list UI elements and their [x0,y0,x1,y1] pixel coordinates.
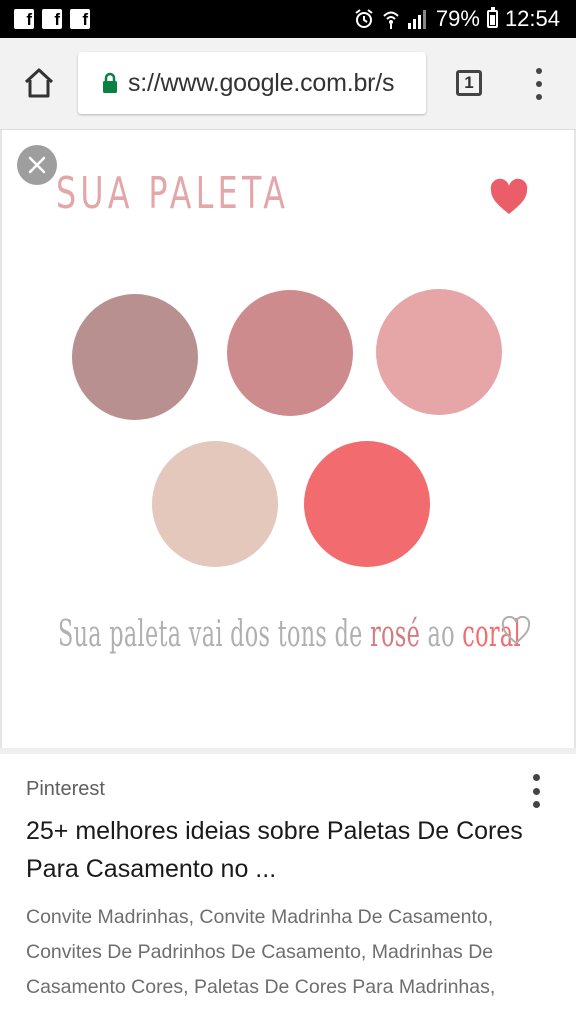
heart-outline-icon [501,616,531,645]
facebook-icon: f [70,9,90,29]
heart-icon [490,178,528,214]
facebook-icon: f [42,9,62,29]
battery-percent: 79% [435,6,480,31]
clock: 12:54 [504,6,560,31]
dot-icon [536,68,542,74]
tab-switcher-button[interactable]: 1 [456,70,482,96]
result-source[interactable]: Pinterest [26,778,105,801]
close-icon [28,156,46,174]
battery-icon [486,7,498,28]
color-swatch [304,441,430,567]
color-swatch [227,290,353,416]
image-viewer[interactable] [0,130,576,748]
more-options-button[interactable] [530,774,542,808]
browser-menu-button[interactable] [534,68,544,100]
caption-middle: ao [420,614,463,655]
color-swatch [376,289,502,415]
divider [0,748,576,754]
dot-icon [532,774,540,781]
wifi-icon [383,11,399,29]
url-text: s://www.google.com.br/s [128,68,395,97]
result-snippet: Convite Madrinhas, Convite Madrinha De C… [26,906,496,998]
dot-icon [536,94,542,100]
facebook-icon: f [14,9,34,29]
signal-icon [407,10,426,29]
palette-caption: Sua paleta vai dos tons de rosé ao coral [58,614,521,655]
close-button[interactable] [17,145,57,185]
dot-icon [536,81,542,87]
dot-icon [532,787,540,795]
lock-icon [103,72,117,93]
url-bar[interactable]: s://www.google.com.br/s [78,52,426,114]
dot-icon [532,801,540,808]
notification-icons: f f f [14,9,90,29]
browser-toolbar: s://www.google.com.br/s 1 [0,38,576,130]
home-icon[interactable] [22,66,56,100]
color-swatch [72,294,198,420]
status-bar: f f f 79% 12:54 [0,0,576,38]
palette-title: SUA PALETA [56,168,290,219]
caption-prefix: Sua paleta vai dos tons de [58,614,371,655]
result-title-link[interactable]: 25+ melhores ideias sobre Paletas De Cor… [26,812,546,888]
alarm-icon [355,9,373,28]
caption-rose: rosé [370,614,421,655]
color-swatch [152,441,278,567]
